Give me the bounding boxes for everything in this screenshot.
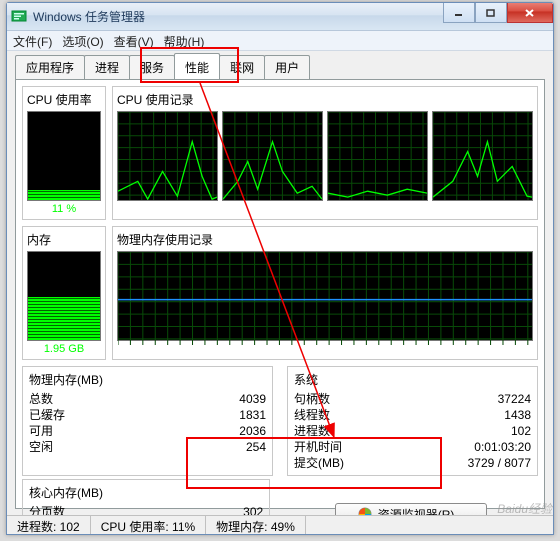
watermark: Baidu经验 <box>497 500 552 517</box>
stat-row: 线程数1438 <box>294 407 531 423</box>
resource-monitor-button[interactable]: 资源监视器(R)... <box>335 503 488 516</box>
cpu-history-chart <box>432 111 533 201</box>
resource-monitor-label: 资源监视器(R)... <box>378 506 465 516</box>
cpu-history-chart <box>117 111 218 201</box>
physical-memory-title: 物理内存(MB) <box>29 371 266 388</box>
menu-help[interactable]: 帮助(H) <box>164 33 205 48</box>
system-title: 系统 <box>294 371 531 388</box>
tab-services[interactable]: 服务 <box>129 55 175 79</box>
window-title: Windows 任务管理器 <box>33 8 145 25</box>
system-group: 系统 句柄数37224线程数1438进程数102开机时间0:01:03:20提交… <box>287 366 538 476</box>
cpu-history-title: CPU 使用记录 <box>117 91 533 108</box>
minimize-button[interactable] <box>443 3 475 23</box>
cpu-history-chart <box>222 111 323 201</box>
memory-usage-group: 内存 1.95 GB <box>22 226 106 360</box>
app-icon <box>11 9 27 25</box>
stat-row: 总数4039 <box>29 391 266 407</box>
shield-icon <box>358 507 372 515</box>
maximize-button[interactable] <box>475 3 507 23</box>
menu-options[interactable]: 选项(O) <box>62 33 103 48</box>
cpu-history-group: CPU 使用记录 <box>112 86 538 220</box>
tab-users[interactable]: 用户 <box>264 55 310 79</box>
stat-row: 空闲254 <box>29 439 266 455</box>
performance-panel: CPU 使用率 11 % CPU 使用记录 内存 1.9 <box>15 79 545 509</box>
menu-file[interactable]: 文件(F) <box>13 33 52 48</box>
kernel-memory-group: 核心内存(MB) 分页数302未分页103 <box>22 479 270 515</box>
status-memory: 物理内存: 49% <box>206 516 306 534</box>
physical-memory-group: 物理内存(MB) 总数4039已缓存1831可用2036空闲254 <box>22 366 273 476</box>
stat-row: 句柄数37224 <box>294 391 531 407</box>
stat-row: 分页数302 <box>29 504 263 515</box>
close-button[interactable] <box>507 3 553 23</box>
menu-view[interactable]: 查看(V) <box>114 33 154 48</box>
tab-bar: 应用程序 进程 服务 性能 联网 用户 <box>15 57 545 79</box>
memory-title: 内存 <box>27 231 101 248</box>
status-processes: 进程数: 102 <box>7 516 91 534</box>
stat-row: 进程数102 <box>294 423 531 439</box>
menubar: 文件(F) 选项(O) 查看(V) 帮助(H) <box>7 31 553 51</box>
memory-history-chart <box>117 251 533 341</box>
cpu-percent-label: 11 % <box>27 203 101 215</box>
stat-row: 开机时间0:01:03:20 <box>294 439 531 455</box>
content-area: 应用程序 进程 服务 性能 联网 用户 CPU 使用率 11 % CPU 使用记… <box>7 51 553 515</box>
kernel-memory-title: 核心内存(MB) <box>29 484 263 501</box>
stat-row: 已缓存1831 <box>29 407 266 423</box>
memory-used-label: 1.95 GB <box>27 343 101 355</box>
task-manager-window: Windows 任务管理器 文件(F) 选项(O) 查看(V) 帮助(H) 应用… <box>6 2 554 535</box>
cpu-gauge <box>27 111 101 201</box>
cpu-usage-title: CPU 使用率 <box>27 91 101 108</box>
cpu-usage-group: CPU 使用率 11 % <box>22 86 106 220</box>
tab-applications[interactable]: 应用程序 <box>15 55 85 79</box>
memory-history-title: 物理内存使用记录 <box>117 231 533 248</box>
memory-history-group: 物理内存使用记录 <box>112 226 538 360</box>
stat-row: 可用2036 <box>29 423 266 439</box>
memory-gauge <box>27 251 101 341</box>
stat-row: 提交(MB)3729 / 8077 <box>294 455 531 471</box>
tab-processes[interactable]: 进程 <box>84 55 130 79</box>
titlebar[interactable]: Windows 任务管理器 <box>7 3 553 31</box>
tab-performance[interactable]: 性能 <box>174 53 220 79</box>
status-bar: 进程数: 102 CPU 使用率: 11% 物理内存: 49% <box>7 515 553 534</box>
status-cpu: CPU 使用率: 11% <box>91 516 206 534</box>
cpu-history-chart <box>327 111 428 201</box>
tab-networking[interactable]: 联网 <box>219 55 265 79</box>
